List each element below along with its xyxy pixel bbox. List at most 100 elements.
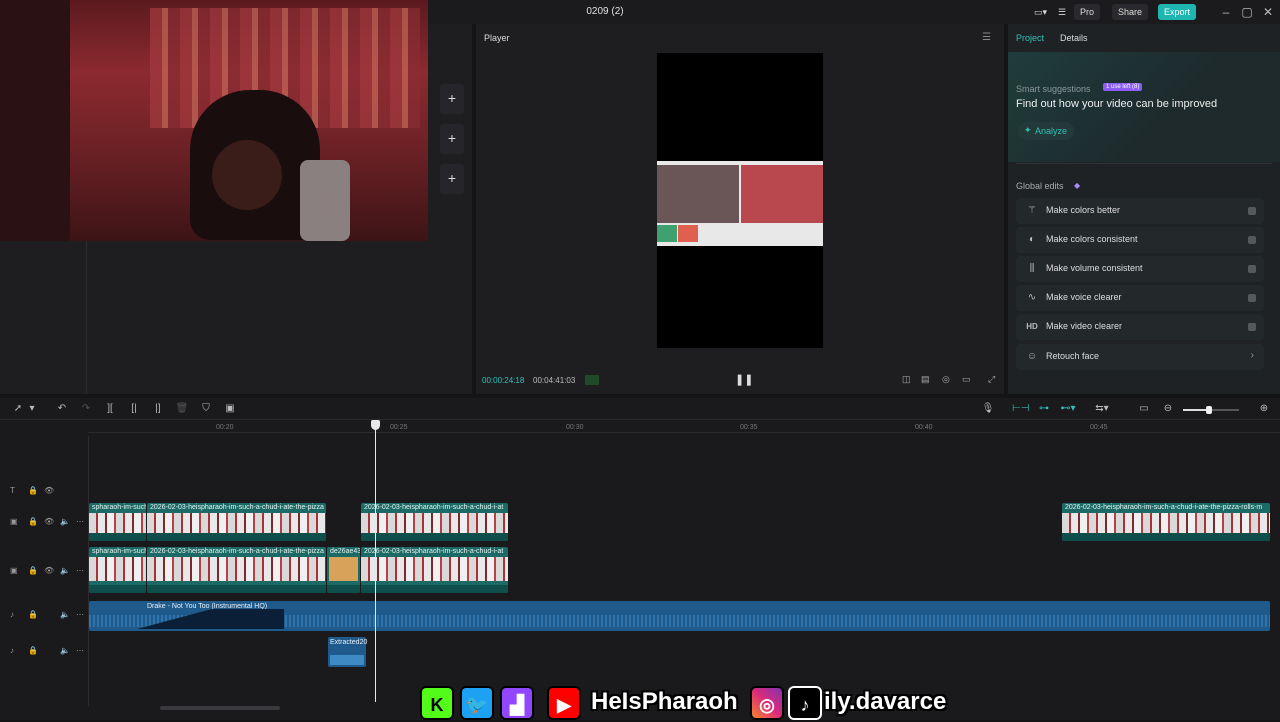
toggle[interactable] bbox=[1248, 265, 1256, 273]
menu-icon[interactable]: ☰ bbox=[1052, 4, 1070, 20]
toggle[interactable] bbox=[1248, 207, 1256, 215]
add-media-button[interactable]: + bbox=[440, 164, 464, 194]
snapshot-icon[interactable]: ◎ bbox=[942, 374, 950, 385]
ratio-icon[interactable]: ◫ bbox=[902, 374, 911, 385]
auto-reframe-icon[interactable]: ▣ bbox=[222, 402, 238, 416]
video-clip[interactable]: 2026-02-03-heispharaoh-im-such-a-chud-i-… bbox=[361, 503, 508, 541]
video-clip[interactable]: spharaoh-im-such bbox=[89, 503, 146, 541]
analyze-button[interactable]: ✦ Analyze bbox=[1018, 122, 1074, 140]
face-retouch-icon: ☺ bbox=[1026, 351, 1038, 362]
player-menu-icon[interactable]: ☰ bbox=[982, 32, 991, 43]
clip-waveform bbox=[327, 585, 360, 593]
ruler-label: 00:40 bbox=[915, 424, 933, 431]
link-icon[interactable]: ⊶ bbox=[1036, 402, 1052, 416]
preview-red-tile bbox=[678, 225, 698, 242]
speaker-icon[interactable]: 🔈 bbox=[60, 566, 70, 575]
more-icon[interactable]: ⋯ bbox=[76, 646, 84, 655]
add-media-button[interactable]: + bbox=[440, 84, 464, 114]
audio-waveform bbox=[330, 651, 364, 665]
zoom-slider-handle[interactable] bbox=[1206, 406, 1212, 414]
aspect-icon[interactable]: ▭ bbox=[962, 374, 971, 385]
redo-icon[interactable]: ↷ bbox=[78, 402, 94, 416]
audio-clip[interactable]: Drake - Not You Too (Instrumental HQ) bbox=[89, 601, 1270, 631]
hd-icon: HD bbox=[1026, 322, 1038, 331]
zoom-in-icon[interactable]: ⊕ bbox=[1256, 402, 1272, 416]
clip-waveform bbox=[89, 585, 146, 593]
document-title: 0209 (2) bbox=[586, 6, 624, 17]
global-edit-label: Make volume consistent bbox=[1046, 263, 1143, 273]
make-colors-better-row[interactable]: ⚚ Make colors better bbox=[1016, 198, 1264, 224]
instagram-icon: ◎ bbox=[750, 686, 784, 720]
lock-icon[interactable]: 🔒 bbox=[28, 486, 38, 495]
toggle[interactable] bbox=[1248, 323, 1256, 331]
maximize-icon[interactable]: ▢ bbox=[1237, 3, 1257, 21]
marker-icon[interactable]: ⛉ bbox=[198, 402, 214, 416]
toggle[interactable] bbox=[1248, 236, 1256, 244]
audio-track-controls: ♪ 🔒 🔈 ⋯ bbox=[8, 646, 88, 660]
speaker-icon[interactable]: 🔈 bbox=[60, 610, 70, 619]
eye-icon[interactable]: 👁 bbox=[44, 486, 54, 495]
microphone-icon[interactable]: 🎙 bbox=[980, 402, 996, 416]
divider bbox=[1016, 163, 1272, 164]
video-preview[interactable] bbox=[657, 53, 823, 348]
video-clip[interactable]: 2026-02-03-heispharaoh-im-such-a-chud-i-… bbox=[1062, 503, 1270, 541]
zoom-out-icon[interactable]: ⊖ bbox=[1160, 402, 1176, 416]
minimize-icon[interactable]: – bbox=[1216, 3, 1236, 21]
preview-axis-icon[interactable]: ⊷▾ bbox=[1060, 402, 1076, 416]
pause-icon[interactable]: ❚❚ bbox=[735, 373, 753, 386]
video-clip[interactable]: 2026-02-03-heispharaoh-im-such-a-chud-i-… bbox=[147, 547, 326, 593]
zoom-slider[interactable] bbox=[1183, 406, 1239, 414]
clip-title: 2026-02-03-heispharaoh-im-such-a-chud-i-… bbox=[150, 548, 324, 555]
tab-details[interactable]: Details bbox=[1060, 33, 1088, 43]
chevron-down-icon[interactable]: ▾ bbox=[24, 402, 40, 416]
fullscreen-icon[interactable]: ⤢ bbox=[988, 374, 995, 385]
make-voice-clearer-row[interactable]: ∿ Make voice clearer bbox=[1016, 285, 1264, 311]
lock-icon[interactable]: 🔒 bbox=[28, 610, 38, 619]
make-video-clearer-row[interactable]: HD Make video clearer bbox=[1016, 314, 1264, 340]
undo-icon[interactable]: ↶ bbox=[54, 402, 70, 416]
trim-right-icon[interactable]: |] bbox=[150, 402, 166, 416]
share-button[interactable]: Share bbox=[1112, 4, 1149, 20]
toggle[interactable] bbox=[1248, 294, 1256, 302]
add-media-button[interactable]: + bbox=[440, 124, 464, 154]
total-time: 00:04:41:03 bbox=[533, 376, 576, 385]
video-clip[interactable]: spharaoh-im-such bbox=[89, 547, 146, 593]
playhead[interactable] bbox=[375, 420, 376, 702]
lock-icon[interactable]: 🔒 bbox=[28, 566, 38, 575]
make-colors-consistent-row[interactable]: ◐ Make colors consistent bbox=[1016, 227, 1264, 253]
make-volume-consistent-row[interactable]: ⫼ Make volume consistent bbox=[1016, 256, 1264, 282]
clip-waveform bbox=[361, 533, 508, 541]
more-icon[interactable]: ⋯ bbox=[76, 517, 84, 526]
export-button[interactable]: Export bbox=[1158, 4, 1197, 20]
magnet-icon[interactable]: ⊢⊣ bbox=[1012, 402, 1029, 416]
split-scene-icon[interactable]: ⇆▾ bbox=[1094, 402, 1110, 416]
tab-project[interactable]: Project bbox=[1016, 33, 1044, 43]
split-icon[interactable]: ][ bbox=[102, 402, 118, 416]
speaker-icon[interactable]: 🔈 bbox=[60, 517, 70, 526]
video-clip[interactable]: de26ae43 bbox=[327, 547, 360, 593]
video-clip[interactable]: 2026-02-03-heispharaoh-im-such-a-chud-i-… bbox=[361, 547, 508, 593]
caption-icon[interactable]: ▭ bbox=[1136, 402, 1152, 416]
quality-icon[interactable]: ▤ bbox=[921, 374, 930, 385]
eye-icon[interactable]: 👁 bbox=[44, 517, 54, 526]
pro-button[interactable]: Pro bbox=[1074, 4, 1101, 20]
lock-icon[interactable]: 🔒 bbox=[28, 517, 38, 526]
lock-icon[interactable]: 🔒 bbox=[28, 646, 38, 655]
playhead-handle[interactable] bbox=[371, 420, 380, 430]
analyze-label: Analyze bbox=[1035, 126, 1068, 136]
more-icon[interactable]: ⋯ bbox=[76, 610, 84, 619]
more-icon[interactable]: ⋯ bbox=[76, 566, 84, 575]
timeline-scrollbar[interactable] bbox=[160, 706, 280, 710]
audio-clip[interactable]: Extracted20 bbox=[328, 637, 367, 667]
ruler-label: 00:30 bbox=[566, 424, 584, 431]
kick-icon: K bbox=[420, 686, 454, 720]
retouch-face-row[interactable]: ☺ Retouch face › bbox=[1016, 344, 1264, 370]
layout-icon[interactable]: ▭▾ bbox=[1028, 4, 1050, 20]
video-clip[interactable]: 2026-02-03-heispharaoh-im-such-a-chud-i-… bbox=[147, 503, 326, 541]
eye-icon[interactable]: 👁 bbox=[44, 566, 54, 575]
speaker-icon[interactable]: 🔈 bbox=[60, 646, 70, 655]
delete-icon[interactable]: 🗑 bbox=[174, 402, 190, 416]
close-icon[interactable]: ✕ bbox=[1258, 3, 1278, 21]
trim-left-icon[interactable]: [| bbox=[126, 402, 142, 416]
audio-track-icon: ♪ bbox=[10, 610, 14, 619]
